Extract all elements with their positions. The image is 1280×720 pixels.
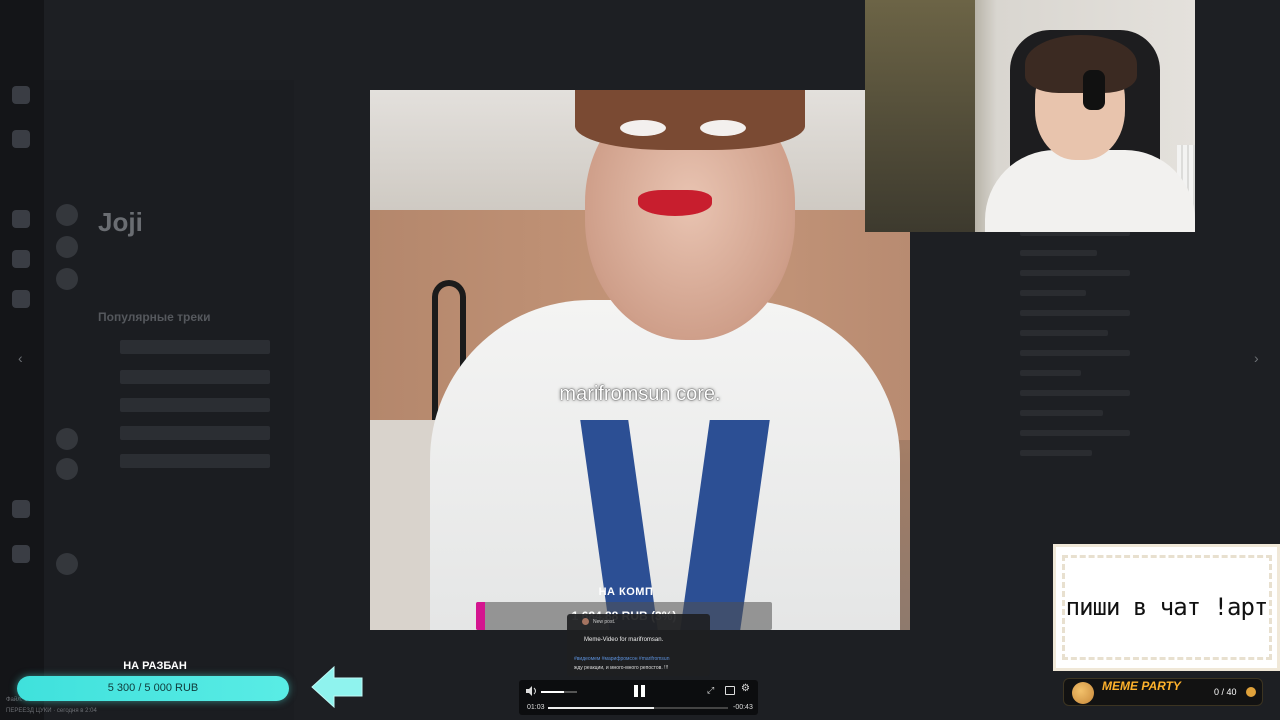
video-person — [638, 190, 712, 216]
post-hashtags: #видеомем #марифромсон #marifromsun — [574, 656, 670, 662]
fullscreen-icon[interactable]: ⤢ — [707, 685, 717, 695]
seek-progress — [548, 707, 655, 709]
app-icon — [12, 500, 30, 518]
arrow-left-icon — [311, 665, 363, 709]
remaining-time: -00:43 — [733, 704, 753, 711]
volume-icon[interactable] — [526, 686, 538, 696]
seek-bar[interactable] — [548, 707, 728, 709]
footer-status: ПЕРЕЕЗД ЦУКИ · сегодня в 2:04 — [6, 708, 97, 714]
app-icon — [12, 545, 30, 563]
track-row — [120, 398, 270, 412]
artist-name: Joji — [98, 207, 143, 237]
avatar — [56, 204, 78, 226]
post-body: жду реакции, и много-много репостов. !!! — [574, 665, 669, 671]
gear-icon[interactable]: ⚙ — [741, 683, 750, 694]
app-icon — [12, 290, 30, 308]
current-time: 01:03 — [527, 704, 545, 711]
avatar — [582, 618, 589, 625]
video-player-controls: ⤢ ⚙ 01:03 -00:43 — [519, 680, 758, 715]
video-person — [620, 120, 666, 136]
coin-icon — [1246, 687, 1256, 697]
unban-goal-text: 5 300 / 5 000 RUB — [107, 682, 199, 694]
avatar — [56, 553, 78, 575]
avatar — [56, 428, 78, 450]
app-icon — [12, 130, 30, 148]
webcam-streamer — [1025, 35, 1137, 93]
chat-command-text: пиши в чат !арт — [1065, 593, 1269, 621]
app-icon — [12, 86, 30, 104]
popular-tracks-heading: Популярные треки — [98, 310, 211, 324]
avatar — [56, 458, 78, 480]
pause-button[interactable] — [633, 685, 647, 697]
webcam-scene — [865, 0, 975, 232]
picture-in-picture-icon[interactable] — [725, 686, 735, 695]
video-person — [430, 300, 900, 630]
doge-icon — [1072, 682, 1094, 704]
unban-goal-label: НА РАЗБАН — [123, 660, 187, 672]
app-icon — [12, 250, 30, 268]
meme-party-title: MEME PARTY — [1102, 679, 1181, 693]
unban-goal-bar: 5 300 / 5 000 RUB — [17, 676, 289, 701]
app-icon — [12, 210, 30, 228]
track-row — [120, 426, 270, 440]
volume-level — [541, 691, 565, 693]
new-post-label: New post. — [593, 619, 616, 625]
pc-goal-label: НА КОМП — [598, 586, 654, 598]
chevron-left-icon[interactable]: ‹ — [18, 350, 23, 366]
webcam-streamer — [985, 150, 1195, 232]
meme-video[interactable]: marifromsun core. НА КОМП 1 684,88 RUB (… — [370, 90, 910, 630]
chevron-right-icon[interactable]: › — [1254, 350, 1259, 366]
track-row — [120, 454, 270, 468]
track-row — [120, 370, 270, 384]
meme-party-count: 0 / 40 — [1214, 687, 1237, 697]
chat-command-box: пиши в чат !арт — [1053, 544, 1280, 671]
video-person — [575, 90, 805, 150]
headset-icon — [1083, 70, 1105, 110]
post-popup: New post. Meme-Video for marifromsan. #в… — [567, 614, 710, 676]
background-right-panel — [1020, 230, 1130, 560]
track-row — [120, 340, 270, 354]
webcam-feed — [865, 0, 1195, 232]
avatar — [56, 236, 78, 258]
volume-slider[interactable] — [541, 691, 577, 693]
video-caption: marifromsun core. — [559, 383, 721, 405]
avatar — [56, 268, 78, 290]
post-title: Meme-Video for marifromsan. — [584, 637, 664, 643]
meme-party-widget: MEME PARTY 0 / 40 — [1063, 678, 1263, 706]
video-person — [700, 120, 746, 136]
